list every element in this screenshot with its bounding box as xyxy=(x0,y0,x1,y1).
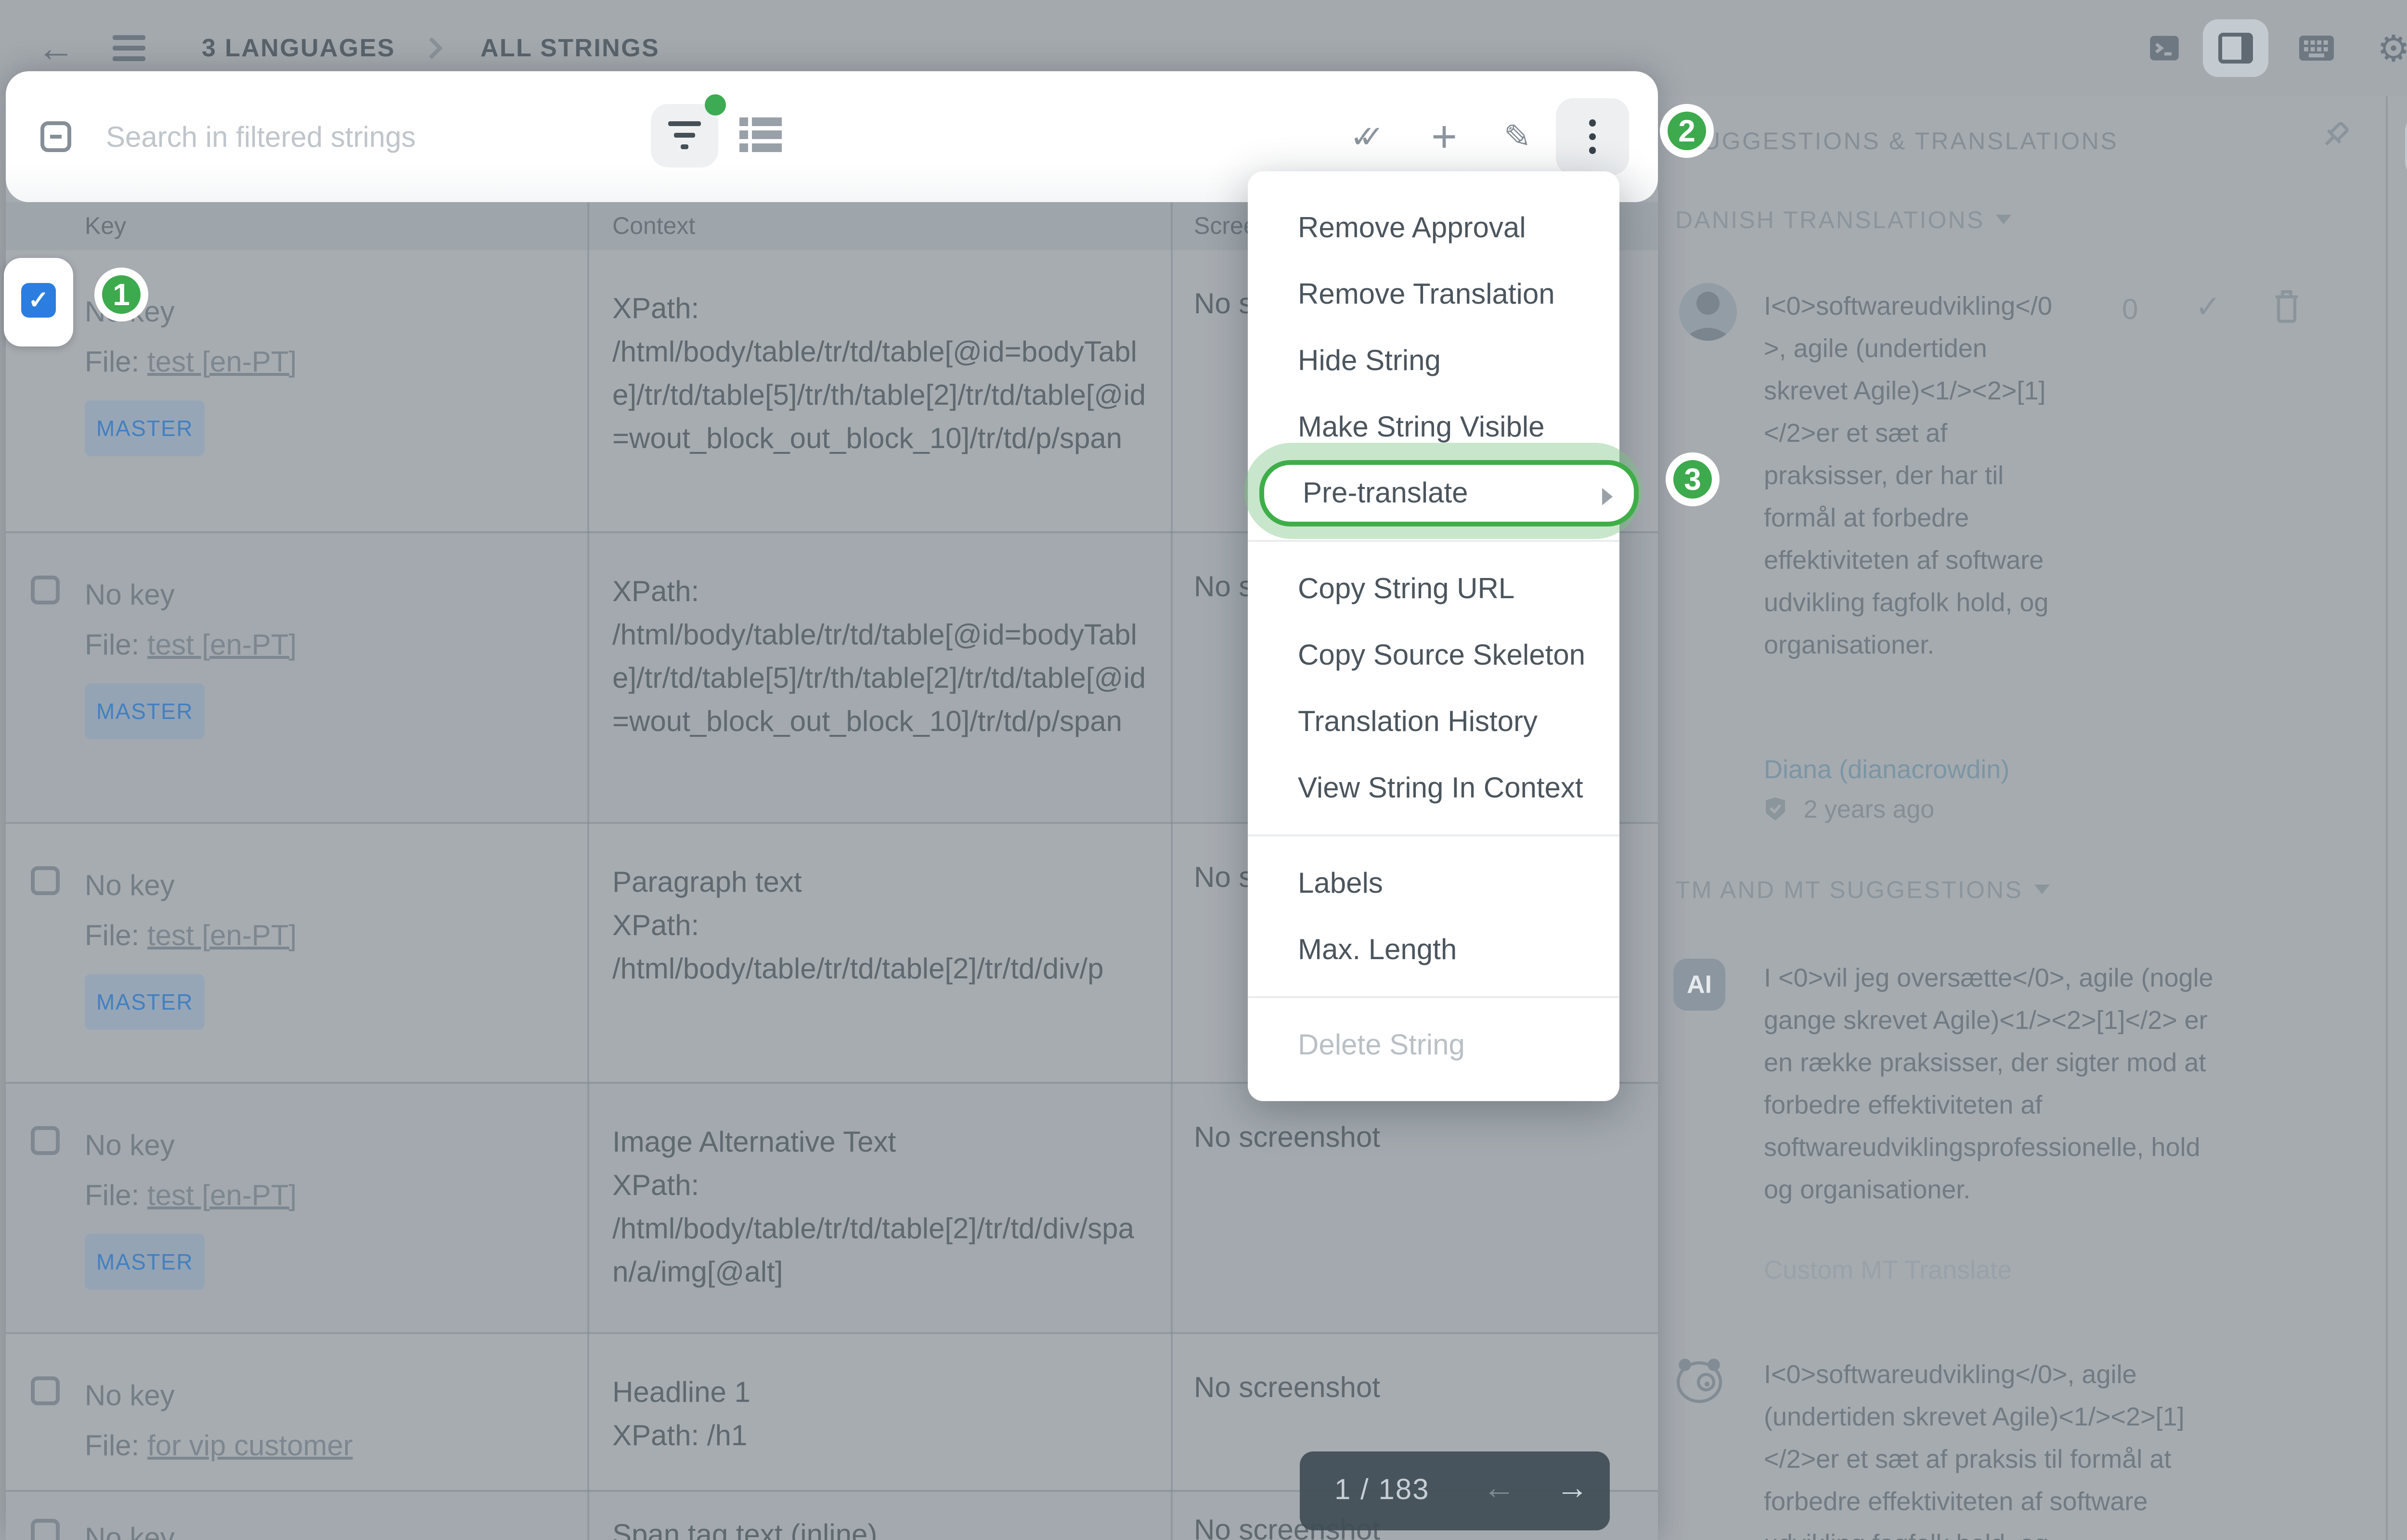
row-context: Span tag text (inline) xyxy=(612,1513,1148,1540)
add-string-icon[interactable]: + xyxy=(1408,98,1481,175)
row-context: Headline 1XPath: /h1 xyxy=(612,1371,1148,1457)
menu-item-labels[interactable]: Labels xyxy=(1248,850,1619,916)
menu-item-remove-translation[interactable]: Remove Translation xyxy=(1248,261,1619,327)
row-checkbox[interactable] xyxy=(31,576,60,604)
column-divider xyxy=(1171,202,1173,1540)
vote-count: 0 xyxy=(2122,293,2138,326)
approve-check-icon[interactable]: ✓ xyxy=(2195,289,2221,325)
menu-item-pre-translate[interactable]: Pre-translate xyxy=(1259,460,1639,526)
menu-divider xyxy=(1248,834,1619,836)
tm-suggestion-text[interactable]: I<0>softwareudvikling</0>, agile (undert… xyxy=(1764,1353,2226,1540)
pin-icon[interactable] xyxy=(2318,119,2351,159)
translation-timestamp: 2 years ago xyxy=(1764,795,1934,824)
menu-item-copy-string-url[interactable]: Copy String URL xyxy=(1248,555,1619,622)
file-link[interactable]: test [en-PT] xyxy=(147,629,297,661)
menu-item-remove-approval[interactable]: Remove Approval xyxy=(1248,194,1619,261)
file-link[interactable]: test [en-PT] xyxy=(147,919,297,951)
menu-item-delete-string: Delete String xyxy=(1248,1012,1619,1078)
menu-item-view-string-in-context[interactable]: View String In Context xyxy=(1248,755,1619,821)
approved-shield-icon xyxy=(1764,796,1787,821)
row-checkbox[interactable] xyxy=(31,1126,60,1155)
side-panel-toggle-icon[interactable] xyxy=(2203,19,2268,77)
col-key: Key xyxy=(85,212,126,240)
prev-page-icon[interactable]: ← xyxy=(1483,1469,1515,1506)
edit-icon[interactable]: ✎ xyxy=(1481,98,1554,175)
search-input[interactable] xyxy=(102,106,603,167)
page-indicator: 1 / 183 xyxy=(1334,1473,1430,1506)
tutorial-step-badge-1: 1 xyxy=(94,268,148,321)
row-screenshot: No screenshot xyxy=(1194,1120,1637,1154)
row-key: No key xyxy=(85,1371,566,1421)
menu-item-max-length[interactable]: Max. Length xyxy=(1248,916,1619,983)
row-context: Image Alternative TextXPath:/html/body/t… xyxy=(612,1120,1148,1294)
more-actions-button[interactable] xyxy=(1556,98,1629,175)
checkbox-spotlight: ✓ xyxy=(4,258,73,346)
menu-item-copy-source-skeleton[interactable]: Copy Source Skeleton xyxy=(1248,622,1619,688)
collapse-triangle-icon xyxy=(1996,215,2011,224)
select-all-checkbox[interactable] xyxy=(40,121,71,152)
column-divider xyxy=(587,202,589,1540)
menu-item-hide-string[interactable]: Hide String xyxy=(1248,327,1619,394)
list-view-icon[interactable] xyxy=(739,117,782,152)
danish-translation-text[interactable]: I<0>softwareudvikling</0>, agile (undert… xyxy=(1764,285,2053,666)
mt-source-label: Custom MT Translate xyxy=(1764,1255,2012,1285)
right-rail: P AI + xyxy=(2388,96,2407,1540)
file-link[interactable]: test [en-PT] xyxy=(147,346,297,378)
filter-button[interactable] xyxy=(651,104,718,167)
suggestions-panel-title: SUGGESTIONS & TRANSLATIONS xyxy=(1685,127,2118,155)
ai-suggestion-icon: AI xyxy=(1673,959,1725,1011)
tutorial-step-badge-3: 3 xyxy=(1666,452,1720,506)
delete-translation-icon[interactable] xyxy=(2270,289,2303,333)
master-badge: MASTER xyxy=(85,974,205,1030)
translator-avatar xyxy=(1679,283,1737,341)
crowdin-tm-icon xyxy=(1673,1355,1727,1412)
approve-all-icon[interactable]: ✓✓ xyxy=(1331,98,1404,175)
row-key: No key xyxy=(85,287,566,337)
translation-author[interactable]: Diana (dianacrowdin) xyxy=(1764,755,2009,784)
row-screenshot: No screenshot xyxy=(1194,1371,1637,1404)
file-link[interactable]: test [en-PT] xyxy=(147,1179,297,1211)
submenu-arrow-icon xyxy=(1602,488,1613,505)
row-checkbox[interactable] xyxy=(31,1519,60,1540)
string-context-menu: Remove Approval Remove Translation Hide … xyxy=(1248,171,1619,1101)
app-window: ← 3 LANGUAGES ALL STRINGS ⚙ xyxy=(0,0,2407,1540)
col-context: Context xyxy=(612,212,695,240)
row-context: XPath:/html/body/table/tr/td/table[@id=b… xyxy=(612,570,1148,743)
row-key: No key xyxy=(85,1120,566,1170)
tm-mt-suggestions-header[interactable]: TM AND MT SUGGESTIONS xyxy=(1675,876,2050,904)
row-context: XPath:/html/body/table/tr/td/table[@id=b… xyxy=(612,287,1148,460)
translate-icon[interactable] xyxy=(2405,114,2407,179)
next-page-icon[interactable]: → xyxy=(1556,1469,1589,1506)
menu-divider xyxy=(1248,540,1619,542)
table-row[interactable]: No key File: test [en-PT] MASTER Image A… xyxy=(6,1082,1658,1332)
file-link[interactable]: for vip customer xyxy=(147,1429,353,1462)
row-context: Paragraph textXPath:/html/body/table/tr/… xyxy=(612,860,1148,990)
pagination: 1 / 183 ← → xyxy=(1300,1451,1610,1530)
tutorial-step-badge-2: 2 xyxy=(1660,104,1714,158)
collapse-triangle-icon xyxy=(2034,885,2050,894)
settings-gear-icon[interactable]: ⚙ xyxy=(2361,19,2407,77)
ai-suggestion-text[interactable]: I <0>vil jeg oversætte</0>, agile (nogle… xyxy=(1764,957,2214,1211)
console-icon[interactable] xyxy=(2132,19,2197,77)
filter-active-dot xyxy=(705,94,726,116)
menu-item-translation-history[interactable]: Translation History xyxy=(1248,688,1619,755)
row-checkbox[interactable] xyxy=(31,1376,60,1405)
danish-translations-header[interactable]: DANISH TRANSLATIONS xyxy=(1675,206,2011,234)
menu-divider xyxy=(1248,996,1619,998)
master-badge: MASTER xyxy=(85,1234,205,1290)
keyboard-icon[interactable] xyxy=(2284,19,2349,77)
row-key: No key xyxy=(85,570,566,620)
row-key: No key xyxy=(85,1513,566,1540)
row-key: No key xyxy=(85,860,566,911)
row-checkbox[interactable] xyxy=(31,866,60,895)
master-badge: MASTER xyxy=(85,683,205,739)
row-checkbox-checked[interactable]: ✓ xyxy=(21,283,56,318)
master-badge: MASTER xyxy=(85,400,205,456)
